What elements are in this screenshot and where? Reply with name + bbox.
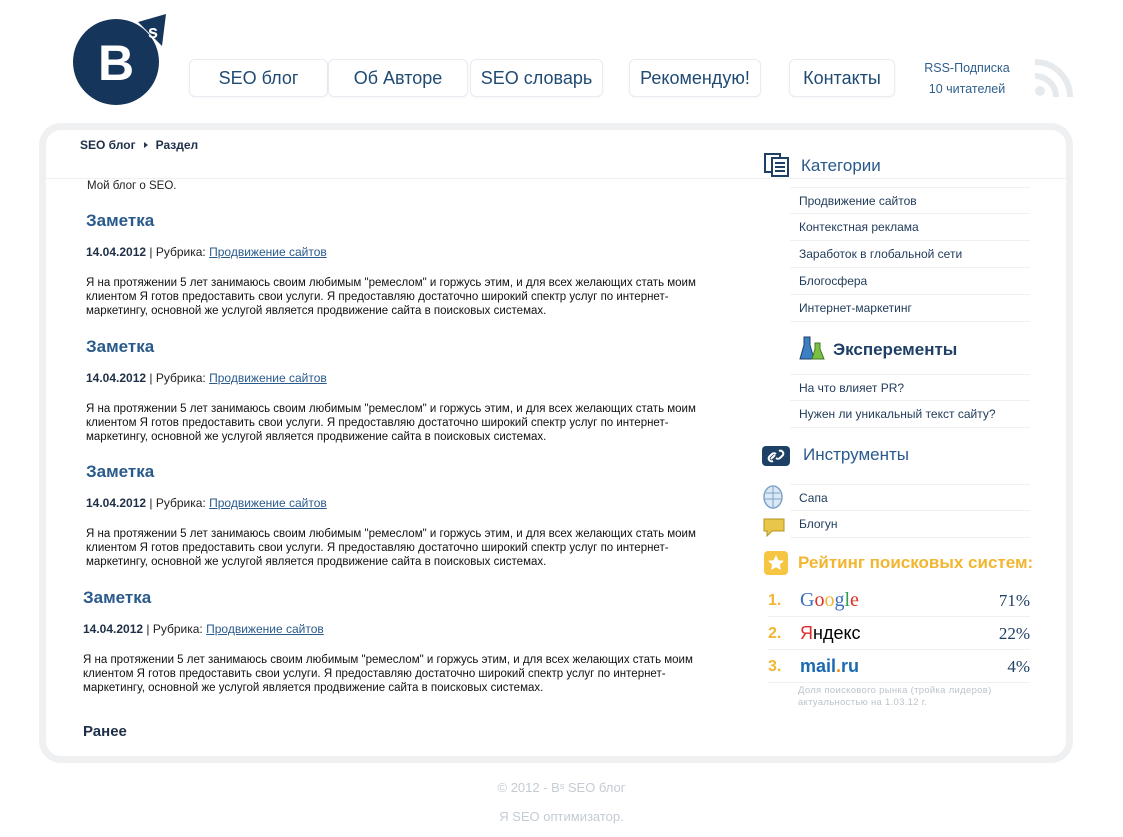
experiment-item[interactable]: Нужен ли уникальный текст сайту? — [790, 401, 1030, 428]
category-item[interactable]: Контекстная реклама — [790, 214, 1030, 241]
rss-count: 10 читателей — [928, 82, 1006, 96]
post-date: 14.04.2012 — [83, 622, 144, 636]
post-rubric-link[interactable]: Продвижение сайтов — [209, 371, 327, 385]
post-rubric-link[interactable]: Продвижение сайтов — [206, 622, 324, 636]
rating-row-google: 1. Google 71% — [768, 585, 1030, 617]
post-body: Я на протяжении 5 лет занимаюсь своим лю… — [86, 277, 696, 317]
rating-percent: 71% — [998, 590, 1030, 610]
experiments-list: На что влияет PR? Нужен ли уникальный те… — [790, 374, 1030, 428]
post-body: Я на протяжении 5 лет занимаюсь своим лю… — [86, 403, 696, 443]
rating-percent: 4% — [1007, 656, 1030, 676]
category-item[interactable]: Продвижение сайтов — [790, 187, 1030, 214]
experiments-title: Эксперементы — [833, 340, 958, 359]
breadcrumb-current: Раздел — [155, 138, 199, 152]
categories-title: Категории — [801, 156, 881, 175]
post-meta: 14.04.2012 | Рубрика: Продвижение сайтов — [86, 496, 726, 510]
post-rubric-label: | Рубрика: — [149, 371, 206, 385]
google-logo: Google — [800, 589, 859, 611]
category-item[interactable]: Интернет-маркетинг — [790, 295, 1030, 322]
logo-sup: s — [148, 22, 158, 42]
post-item: Заметка 14.04.2012 | Рубрика: Продвижени… — [86, 337, 726, 444]
logo-letter: B — [98, 35, 134, 91]
post-meta: 14.04.2012 | Рубрика: Продвижение сайтов — [83, 622, 723, 636]
categories-list: Продвижение сайтов Контекстная реклама З… — [790, 187, 1030, 322]
footer-tagline: Я SEO оптимизатор. — [499, 809, 624, 824]
breadcrumb: SEO блог Раздел — [80, 138, 198, 152]
experiment-item[interactable]: На что влияет PR? — [790, 374, 1030, 401]
rating-row-yandex: 2. Яндекс 22% — [768, 618, 1030, 650]
sapa-icon — [762, 484, 784, 510]
tool-item-sapa[interactable]: Сапа — [790, 484, 1030, 511]
post-item: Заметка 14.04.2012 | Рубрика: Продвижени… — [86, 211, 726, 318]
post-title[interactable]: Заметка — [86, 211, 726, 231]
post-date: 14.04.2012 — [86, 371, 147, 385]
nav-about-author[interactable]: Об Авторе — [328, 59, 468, 97]
post-item: Заметка 14.04.2012 | Рубрика: Продвижени… — [86, 462, 726, 569]
yandex-logo: Яндекс — [800, 623, 861, 643]
nav-seo-dictionary[interactable]: SEO словарь — [470, 59, 603, 97]
post-title[interactable]: Заметка — [86, 462, 726, 482]
tool-item-blogun[interactable]: Блогун — [790, 511, 1030, 538]
rating-percent: 22% — [998, 623, 1030, 643]
footer-copyright: © 2012 - Bˢ SEO блог — [497, 780, 626, 795]
rating-note: Доля поискового рынка (тройка лидеров) а… — [798, 685, 992, 708]
mailru-logo: mail.ru — [800, 656, 860, 676]
breadcrumb-arrow-icon — [143, 142, 148, 148]
site-logo[interactable]: B s — [72, 14, 168, 106]
nav-recommend[interactable]: Рекомендую! — [629, 59, 761, 97]
post-rubric-link[interactable]: Продвижение сайтов — [209, 496, 327, 510]
post-rubric-link[interactable]: Продвижение сайтов — [209, 245, 327, 259]
blogun-icon — [762, 516, 786, 538]
post-body: Я на протяжении 5 лет занимаюсь своим лю… — [86, 528, 696, 568]
post-meta: 14.04.2012 | Рубрика: Продвижение сайтов — [86, 245, 726, 259]
rss-subscription[interactable]: RSS-Подписка 10 читателей — [915, 58, 1019, 100]
category-item[interactable]: Заработок в глобальной сети — [790, 241, 1030, 268]
link-icon — [762, 444, 790, 468]
post-rubric-label: | Рубрика: — [149, 245, 206, 259]
rating-row-mailru: 3. mail.ru 4% — [768, 651, 1030, 683]
post-body: Я на протяжении 5 лет занимаюсь своим лю… — [83, 654, 693, 694]
rating-title: Рейтинг поисковых систем: — [798, 553, 1034, 572]
nav-contacts[interactable]: Контакты — [789, 59, 895, 97]
post-title[interactable]: Заметка — [83, 588, 723, 608]
breadcrumb-home[interactable]: SEO блог — [80, 138, 136, 152]
flask-icon — [798, 334, 826, 362]
post-meta: 14.04.2012 | Рубрика: Продвижение сайтов — [86, 371, 726, 385]
rss-icon[interactable] — [1033, 59, 1073, 99]
tools-list: Сапа Блогун — [790, 484, 1030, 538]
blog-intro: Мой блог о SEO. — [87, 180, 177, 192]
tools-title: Инструменты — [803, 445, 910, 464]
earlier-posts-link[interactable]: Ранее — [83, 723, 127, 740]
star-icon — [764, 551, 788, 575]
rating-rank: 2. — [768, 624, 782, 642]
post-item: Заметка 14.04.2012 | Рубрика: Продвижени… — [83, 588, 723, 695]
post-date: 14.04.2012 — [86, 496, 147, 510]
rss-label[interactable]: RSS-Подписка — [915, 58, 1019, 79]
category-item[interactable]: Блогосфера — [790, 268, 1030, 295]
categories-icon — [764, 152, 790, 178]
rating-rank: 3. — [768, 657, 782, 675]
post-rubric-label: | Рубрика: — [149, 496, 206, 510]
post-rubric-label: | Рубрика: — [146, 622, 203, 636]
rating-rank: 1. — [768, 591, 782, 609]
nav-seo-blog[interactable]: SEO блог — [189, 59, 328, 97]
panel-divider — [46, 178, 1066, 179]
post-title[interactable]: Заметка — [86, 337, 726, 357]
post-date: 14.04.2012 — [86, 245, 147, 259]
